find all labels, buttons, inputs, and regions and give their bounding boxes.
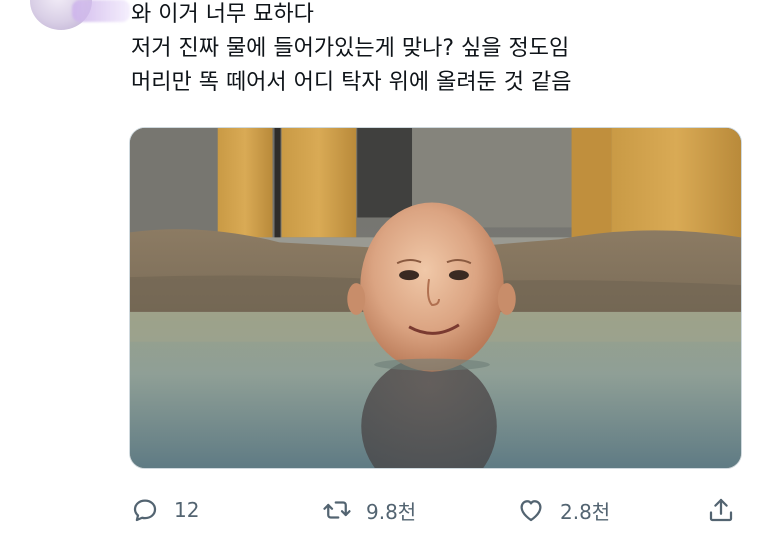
retweet-icon [322, 495, 352, 525]
reply-bubble-icon [130, 495, 160, 525]
heart-icon [516, 495, 546, 525]
redacted-username [72, 0, 130, 22]
retweet-button[interactable]: 9.8천 [322, 486, 416, 534]
reply-button[interactable]: 12 [130, 486, 199, 534]
share-button[interactable] [706, 486, 736, 534]
tweet-line-1: 와 이거 너무 묘하다 [131, 2, 314, 27]
bald-head-in-water-image [130, 128, 741, 468]
tweet-line-3: 머리만 똑 떼어서 어디 탁자 위에 올려둔 것 같음 [131, 70, 572, 95]
retweet-count: 9.8천 [366, 499, 417, 524]
like-button[interactable]: 2.8천 [516, 486, 610, 534]
share-icon [706, 495, 736, 525]
tweet-actions-bar: 12 9.8천 2.8천 [0, 486, 773, 534]
tweet-body: 와 이거 너무 묘하다 저거 진짜 물에 들어가있는게 맞나? 싶을 정도임 머… [131, 0, 751, 100]
tweet-media-image[interactable] [129, 127, 742, 469]
tweet-line-2: 저거 진짜 물에 들어가있는게 맞나? 싶을 정도임 [131, 36, 570, 61]
like-count: 2.8천 [560, 499, 611, 524]
reply-count: 12 [174, 498, 200, 522]
